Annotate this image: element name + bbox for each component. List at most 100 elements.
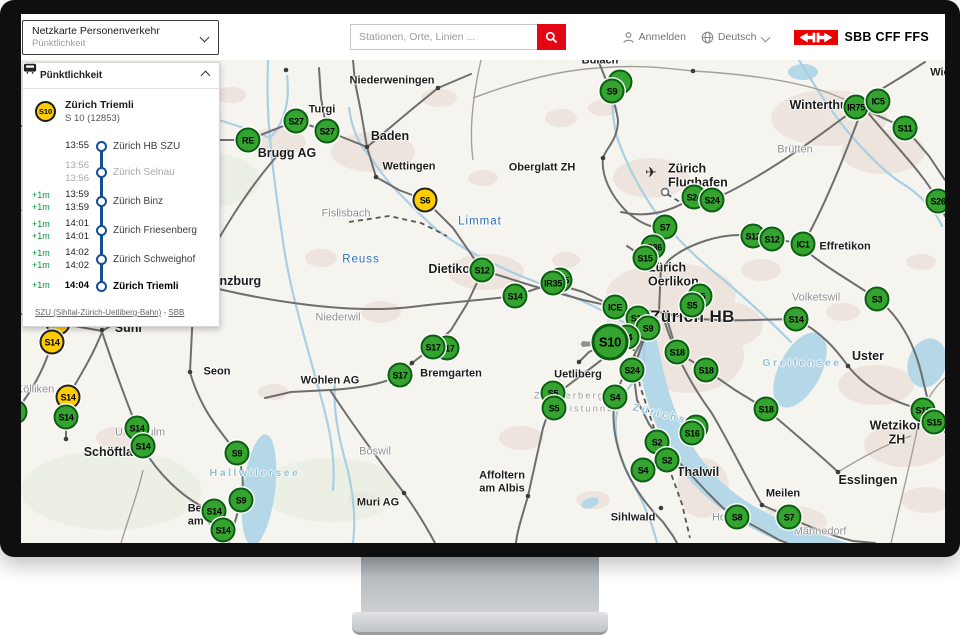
login-label: Anmelden xyxy=(639,31,686,43)
operator-link[interactable]: SZU (Sihltal-Zürich-Uetliberg-Bahn) xyxy=(35,308,161,317)
train-line-badge[interactable]: S18 xyxy=(694,358,719,383)
train-line-badge[interactable]: ICE xyxy=(603,295,628,320)
train-line-badge[interactable]: S14 xyxy=(211,518,236,543)
chevron-up-icon[interactable] xyxy=(201,71,211,81)
station-dot xyxy=(601,156,606,161)
map-canvas[interactable]: NiederweningenTurgiBrugg AGBadenWettinge… xyxy=(21,60,945,543)
train-line-badge[interactable]: S12 xyxy=(760,227,785,252)
train-line-badge[interactable]: S4 xyxy=(631,458,656,483)
train-line-badge[interactable]: S24 xyxy=(620,358,645,383)
train-line-badge[interactable]: IC1 xyxy=(791,232,816,257)
stop-row: +1m+1m13:5913:59Zürich Binz xyxy=(23,187,219,216)
language-selector[interactable]: Deutsch xyxy=(701,31,770,44)
app-header: Netzkarte Personenverkehr Pünktlichkeit xyxy=(21,14,945,60)
search-button[interactable] xyxy=(537,24,566,50)
person-icon xyxy=(622,31,635,44)
selected-train-badge[interactable]: S10 xyxy=(592,324,629,361)
globe-icon xyxy=(701,31,714,44)
train-line-badge[interactable]: S11 xyxy=(893,116,918,141)
stop-name: Zürich Selnau xyxy=(113,167,175,178)
route-name: Zürich Triemli xyxy=(65,99,134,111)
train-line-badge[interactable]: S5 xyxy=(542,396,567,421)
station-dot xyxy=(526,494,531,499)
train-line-badge[interactable]: S6 xyxy=(413,188,438,213)
train-line-badge[interactable]: S14 xyxy=(784,307,809,332)
train-line-badge[interactable]: S7 xyxy=(777,505,802,530)
stop-node-icon xyxy=(96,167,107,178)
station-dot xyxy=(577,360,582,365)
station-dot xyxy=(284,68,289,73)
train-line-badge[interactable]: IC5 xyxy=(866,89,891,114)
train-line-badge[interactable]: S2 xyxy=(655,448,680,473)
train-line-badge[interactable]: S15 xyxy=(633,246,658,271)
brand-name: SBB CFF FFS xyxy=(844,30,929,44)
station-dot xyxy=(760,503,765,508)
train-line-badge[interactable]: S14 xyxy=(54,405,79,430)
monitor-stand xyxy=(361,557,599,614)
train-line-badge[interactable]: S5 xyxy=(680,293,705,318)
stop-name: Zürich Triemli xyxy=(113,281,179,292)
stop-row: +1m14:04Zürich Triemli xyxy=(23,274,219,298)
sbb-logo[interactable]: SBB CFF FFS xyxy=(794,30,929,45)
train-line-badge[interactable]: S27 xyxy=(284,109,309,134)
station-dot xyxy=(659,506,664,511)
train-line-badge[interactable]: S16 xyxy=(680,421,705,446)
train-line-badge[interactable]: S27 xyxy=(315,119,340,144)
station-dot xyxy=(374,175,379,180)
train-line-badge[interactable]: S14 xyxy=(503,284,528,309)
train-line-badge[interactable]: S26 xyxy=(926,189,946,214)
train-line-badge[interactable]: RE xyxy=(236,128,261,153)
chevron-down-icon xyxy=(761,32,771,42)
train-line-badge[interactable]: S9 xyxy=(225,441,250,466)
layer-select-subtitle: Pünktlichkeit xyxy=(32,38,160,50)
train-line-badge[interactable]: S15 xyxy=(922,410,946,435)
train-line-badge[interactable]: S9 xyxy=(600,79,625,104)
station-dot xyxy=(691,69,696,74)
station-dot xyxy=(836,470,841,475)
sbb-link[interactable]: SBB xyxy=(168,308,184,317)
monitor-mockup: Netzkarte Personenverkehr Pünktlichkeit xyxy=(0,0,960,638)
stop-node-icon xyxy=(96,141,107,152)
screen: Netzkarte Personenverkehr Pünktlichkeit xyxy=(21,14,945,543)
train-line-badge[interactable]: S24 xyxy=(700,188,725,213)
train-line-badge[interactable]: S8 xyxy=(725,505,750,530)
chevron-down-icon xyxy=(200,33,210,43)
layer-select-title: Netzkarte Personenverkehr xyxy=(32,25,160,38)
stop-name: Zürich Friesenberg xyxy=(113,225,197,236)
stops-list: 13:55Zürich HB SZU13:5613:56Zürich Selna… xyxy=(23,130,219,300)
train-line-badge[interactable]: S18 xyxy=(665,340,690,365)
train-line-badge[interactable]: S12 xyxy=(470,258,495,283)
panel-title: Pünktlichkeit xyxy=(40,70,202,81)
stop-row: +1m+1m14:0114:01Zürich Friesenberg xyxy=(23,216,219,245)
train-line-badge[interactable]: S9 xyxy=(229,488,254,513)
train-line-badge[interactable]: S18 xyxy=(754,397,779,422)
search-input[interactable] xyxy=(350,24,537,50)
search-bar xyxy=(350,24,566,50)
station-dot xyxy=(846,364,851,369)
train-line-badge[interactable]: S17 xyxy=(388,363,413,388)
train-line-badge[interactable]: IR35 xyxy=(541,271,566,296)
station-dot xyxy=(410,361,415,366)
train-line-badge[interactable]: S14 xyxy=(40,330,65,355)
panel-footer: SZU (Sihltal-Zürich-Uetliberg-Bahn) - SB… xyxy=(23,300,219,326)
train-line-badge[interactable]: S14 xyxy=(131,434,156,459)
login-button[interactable]: Anmelden xyxy=(622,31,686,44)
train-line-badge[interactable]: S4 xyxy=(603,385,628,410)
stop-row: 13:5613:56Zürich Selnau xyxy=(23,158,219,187)
punctuality-panel: Pünktlichkeit S10 Zürich Triemli S 10 (1… xyxy=(22,62,220,327)
stop-node-icon xyxy=(96,196,107,207)
sbb-flag-icon xyxy=(794,30,838,45)
search-icon xyxy=(545,31,558,44)
panel-header[interactable]: Pünktlichkeit xyxy=(23,63,219,89)
stop-row: 13:55Zürich HB SZU xyxy=(23,134,219,158)
station-dot xyxy=(188,370,193,375)
train-line-badge[interactable]: S17 xyxy=(421,335,446,360)
station-dot xyxy=(365,145,370,150)
layer-select-dropdown[interactable]: Netzkarte Personenverkehr Pünktlichkeit xyxy=(22,20,219,55)
stop-name: Zürich Binz xyxy=(113,196,163,207)
station-dot xyxy=(64,437,69,442)
route-number: S 10 (12853) xyxy=(65,113,134,124)
train-line-badge[interactable]: S3 xyxy=(865,287,890,312)
stop-node-icon xyxy=(96,225,107,236)
route-line-badge: S10 xyxy=(35,101,56,122)
